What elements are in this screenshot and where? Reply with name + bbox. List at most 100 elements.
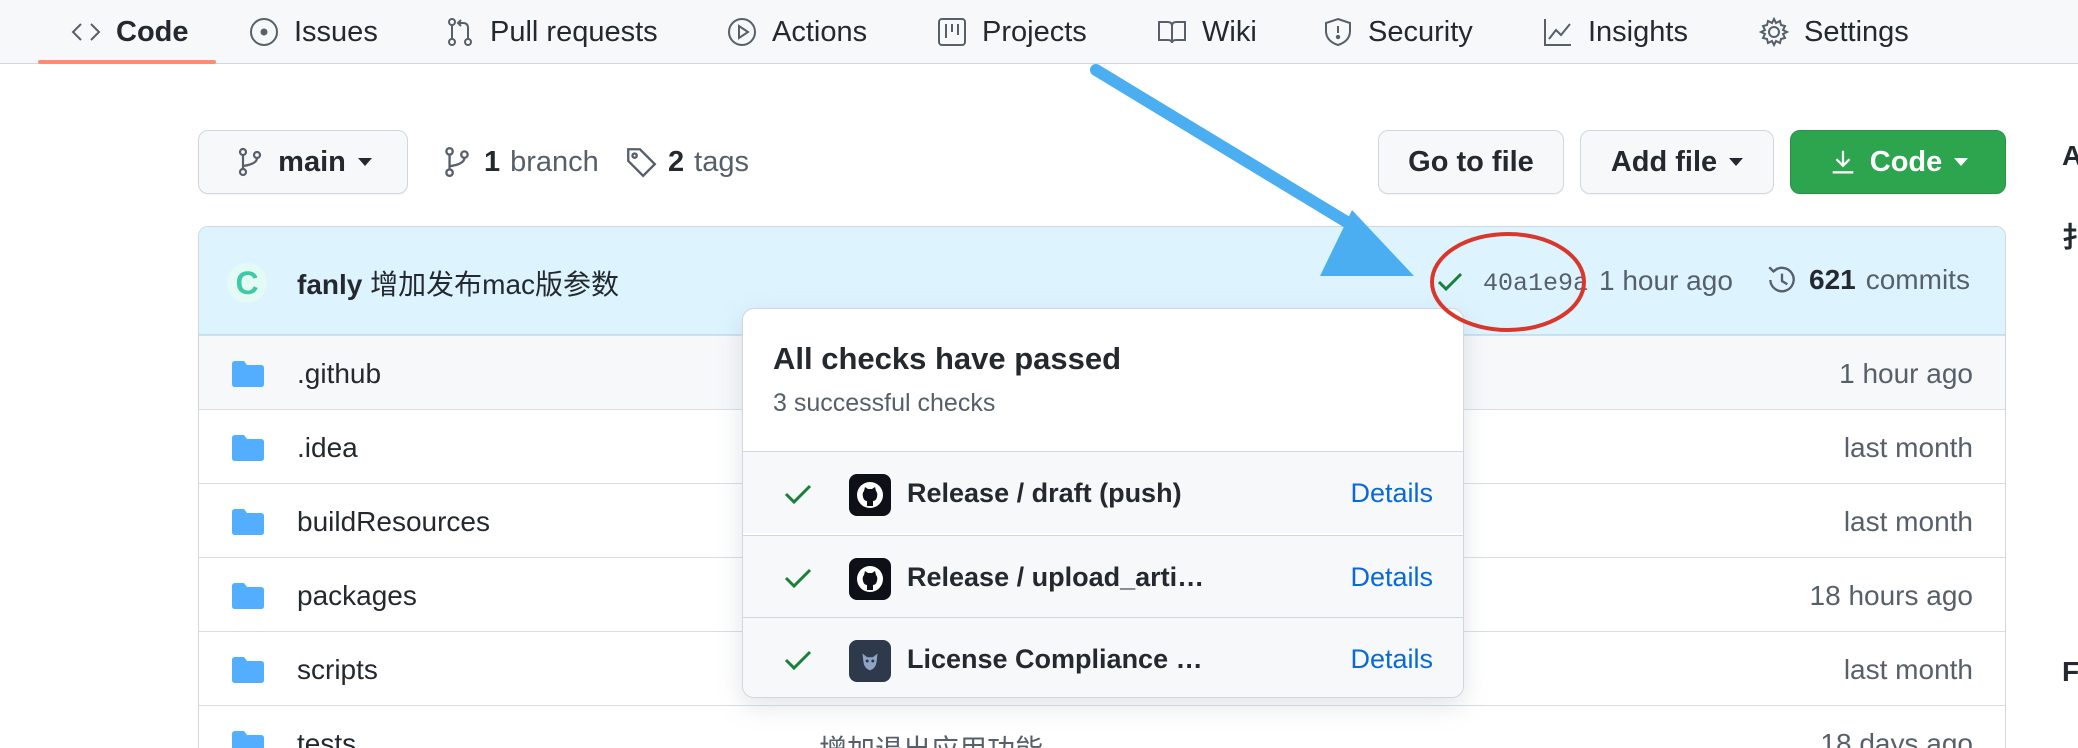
check-run-row[interactable]: Release / draft (push) Details — [743, 451, 1463, 533]
pull-request-icon — [448, 18, 472, 46]
git-branch-icon — [445, 147, 469, 177]
add-file-button[interactable]: Add file — [1580, 130, 1774, 194]
chevron-down-icon — [357, 158, 372, 166]
history-icon — [1768, 266, 1795, 293]
go-to-file-label: Go to file — [1408, 145, 1534, 178]
file-time: last month — [1843, 506, 1973, 537]
check-run-row[interactable]: License Compliance … Details — [743, 617, 1463, 697]
code-dropdown-button[interactable]: Code — [1790, 130, 2006, 194]
chevron-down-icon — [1729, 158, 1744, 166]
avatar[interactable]: C — [227, 263, 267, 303]
commit-time: 1 hour ago — [1599, 265, 1733, 296]
graph-icon — [1544, 19, 1571, 46]
commit-message-text[interactable]: 增加发布mac版参数 — [370, 269, 619, 300]
check-icon[interactable] — [1435, 269, 1465, 295]
tab-issues[interactable]: Issues — [248, 0, 378, 64]
file-time: last month — [1843, 432, 1973, 463]
project-board-icon — [938, 18, 966, 46]
book-icon — [1158, 21, 1186, 44]
add-file-label: Add file — [1610, 145, 1718, 178]
file-name[interactable]: buildResources — [297, 506, 490, 538]
folder-icon — [232, 657, 264, 683]
tab-code-label: Code — [116, 15, 189, 48]
active-tab-underline — [38, 60, 216, 64]
tab-issues-label: Issues — [294, 15, 378, 48]
sidebar-cutoff-text: 扌 — [2062, 222, 2078, 253]
check-icon — [784, 568, 812, 589]
checks-popover-title: All checks have passed — [773, 341, 1122, 376]
github-octocat-icon — [849, 558, 891, 600]
tab-actions[interactable]: Actions — [726, 0, 867, 64]
repo-navigation: Code Issues Pull requests Actions Projec… — [0, 0, 2078, 64]
code-icon — [71, 23, 101, 41]
check-details-link[interactable]: Details — [1350, 644, 1433, 675]
folder-icon — [232, 731, 264, 748]
tab-pull-requests[interactable]: Pull requests — [444, 0, 658, 64]
file-name[interactable]: .github — [297, 358, 381, 390]
tags-label: tags — [694, 145, 749, 178]
commit-history-link[interactable]: 621 commits — [1765, 263, 1970, 297]
file-name[interactable]: scripts — [297, 654, 378, 686]
branches-count: 1 — [484, 145, 501, 178]
tab-projects[interactable]: Projects — [936, 0, 1087, 64]
branches-label: branch — [510, 145, 599, 178]
commit-author[interactable]: fanly — [297, 269, 362, 300]
folder-icon — [232, 435, 264, 461]
tags-link[interactable]: 2 tags — [624, 142, 749, 182]
tab-settings[interactable]: Settings — [1758, 0, 1909, 64]
sidebar-cutoff-text: A — [2062, 140, 2078, 171]
check-run-name: License Compliance … — [907, 644, 1203, 674]
tab-security[interactable]: Security — [1322, 0, 1473, 64]
check-details-link[interactable]: Details — [1350, 478, 1433, 509]
branches-link[interactable]: 1 branch — [440, 142, 599, 182]
check-run-name: Release / upload_arti… — [907, 562, 1205, 592]
tab-insights[interactable]: Insights — [1542, 0, 1688, 64]
chevron-down-icon — [1954, 158, 1969, 166]
issue-circle-icon — [250, 18, 278, 46]
check-icon — [784, 484, 812, 505]
tab-wiki-label: Wiki — [1202, 15, 1257, 48]
tab-projects-label: Projects — [982, 15, 1087, 48]
check-run-row[interactable]: Release / upload_arti… Details — [743, 535, 1463, 617]
file-time: 18 days ago — [1820, 728, 1973, 748]
file-name[interactable]: packages — [297, 580, 417, 612]
commits-count: 621 — [1809, 264, 1856, 295]
checks-popover-subtitle: 3 successful checks — [773, 389, 996, 417]
file-time: 18 hours ago — [1809, 580, 1973, 611]
tab-actions-label: Actions — [772, 15, 868, 48]
check-details-link[interactable]: Details — [1350, 562, 1433, 593]
tab-code[interactable]: Code — [70, 0, 189, 64]
tab-settings-label: Settings — [1804, 15, 1909, 48]
fossa-icon — [849, 640, 891, 682]
folder-icon — [232, 583, 264, 609]
check-run-name: Release / draft (push) — [907, 478, 1182, 508]
play-circle-icon — [728, 18, 756, 46]
go-to-file-button[interactable]: Go to file — [1378, 130, 1564, 194]
folder-icon — [232, 509, 264, 535]
gear-icon — [1758, 16, 1790, 48]
check-icon — [784, 650, 812, 671]
tab-wiki[interactable]: Wiki — [1156, 0, 1257, 64]
file-commit-message[interactable]: 增加退出应用功能 — [819, 728, 1043, 748]
git-branch-icon — [239, 147, 262, 177]
commits-label: commits — [1865, 264, 1970, 295]
branch-select-button[interactable]: main — [198, 130, 408, 194]
file-name[interactable]: .idea — [297, 432, 358, 464]
file-name[interactable]: tests — [297, 728, 356, 748]
shield-icon — [1325, 17, 1351, 47]
commit-sha[interactable]: 40a1e9a — [1483, 269, 1588, 298]
tags-count: 2 — [668, 145, 685, 178]
file-time: 1 hour ago — [1839, 358, 1973, 389]
table-row[interactable]: tests 增加退出应用功能 18 days ago — [199, 705, 2005, 748]
checks-popover: All checks have passed 3 successful chec… — [742, 308, 1464, 698]
branch-select-label: main — [278, 145, 346, 178]
download-icon — [1832, 150, 1854, 174]
file-time: last month — [1843, 654, 1973, 685]
sidebar-cutoff-text: F — [2062, 656, 2078, 687]
tab-security-label: Security — [1368, 15, 1473, 48]
folder-icon — [232, 361, 264, 387]
latest-commit-message[interactable]: fanly 增加发布mac版参数 — [297, 263, 619, 303]
tag-icon — [627, 148, 657, 178]
code-button-label: Code — [1869, 145, 1943, 178]
tab-pull-requests-label: Pull requests — [490, 15, 658, 48]
